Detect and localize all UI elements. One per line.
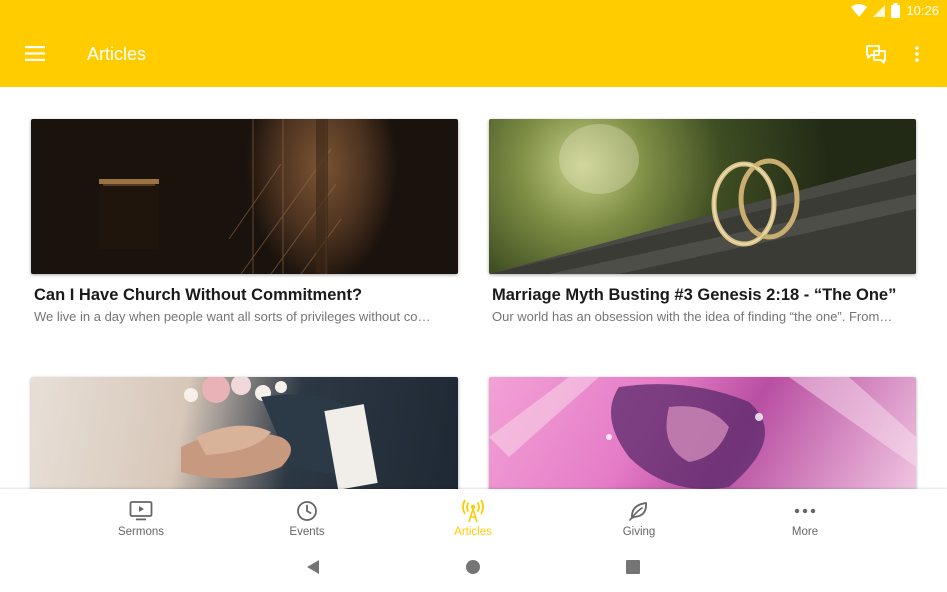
article-image [31, 377, 458, 489]
status-icons: 10:26 [851, 3, 939, 18]
article-card[interactable] [31, 377, 458, 489]
nav-item-articles[interactable]: Articles [413, 489, 533, 544]
article-card[interactable]: Can I Have Church Without Commitment? We… [31, 119, 458, 324]
article-title: Marriage Myth Busting #3 Genesis 2:18 - … [492, 286, 897, 304]
app-bar: Articles [0, 24, 947, 87]
more-vertical-icon [915, 45, 919, 67]
wifi-icon [851, 3, 868, 18]
article-summary: We live in a day when people want all so… [34, 309, 431, 324]
tv-play-icon [81, 498, 201, 524]
nav-item-sermons[interactable]: Sermons [81, 489, 201, 544]
chat-bubbles-icon [865, 44, 887, 69]
leaf-icon [579, 498, 699, 524]
nav-label-giving: Giving [622, 526, 656, 538]
article-image [31, 119, 458, 274]
article-image [489, 119, 916, 274]
broadcast-icon [413, 498, 533, 524]
recents-square-icon [625, 559, 641, 580]
app-screen: 10:26 Articles Can I Have Church Without… [0, 0, 947, 592]
nav-item-more[interactable]: More [745, 489, 865, 544]
hamburger-icon [25, 46, 45, 66]
back-button[interactable] [302, 558, 324, 580]
system-navigation-bar [0, 544, 947, 592]
home-button[interactable] [462, 558, 484, 580]
overflow-menu-button[interactable] [906, 42, 928, 70]
nav-label-more: More [791, 526, 819, 538]
nav-item-events[interactable]: Events [247, 489, 367, 544]
article-title: Can I Have Church Without Commitment? [34, 286, 363, 304]
article-card[interactable]: Marriage Myth Busting #3 Genesis 2:18 - … [489, 119, 916, 324]
battery-icon [891, 3, 901, 18]
back-triangle-icon [305, 559, 321, 580]
more-horizontal-icon [745, 498, 865, 524]
clock-icon [247, 498, 367, 524]
home-circle-icon [465, 559, 481, 580]
cell-signal-icon [873, 4, 886, 17]
articles-grid: Can I Have Church Without Commitment? We… [0, 87, 947, 489]
recents-button[interactable] [622, 558, 644, 580]
nav-label-articles: Articles [454, 526, 492, 538]
status-bar: 10:26 [0, 0, 947, 24]
nav-label-events: Events [289, 526, 325, 538]
menu-button[interactable] [20, 42, 50, 70]
chat-button[interactable] [862, 42, 890, 70]
article-card[interactable] [489, 377, 916, 489]
article-image [489, 377, 916, 489]
nav-label-sermons: Sermons [117, 526, 165, 538]
page-title: Articles [87, 44, 147, 64]
status-time: 10:26 [906, 3, 939, 18]
article-summary: Our world has an obsession with the idea… [492, 309, 893, 324]
bottom-navigation: Sermons Events Articles Giving More [0, 489, 947, 544]
nav-item-giving[interactable]: Giving [579, 489, 699, 544]
